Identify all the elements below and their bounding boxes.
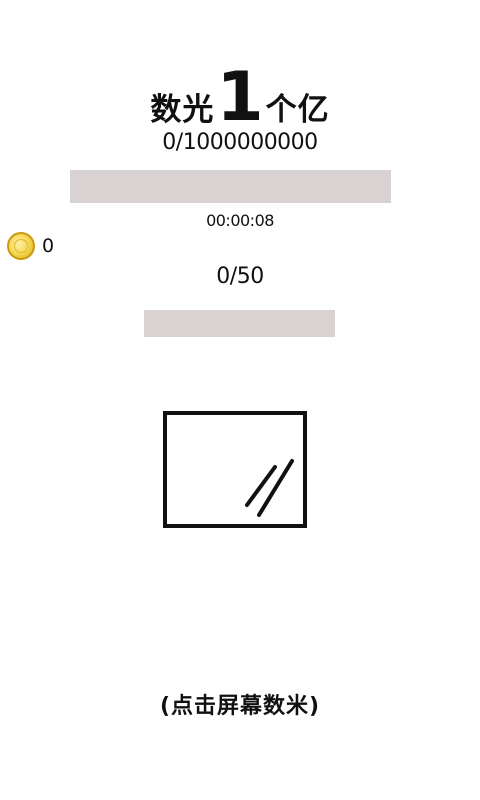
game-title: 数光1个亿 xyxy=(0,58,480,137)
title-number: 1 xyxy=(216,58,264,137)
title-suffix: 个亿 xyxy=(265,92,330,128)
coin-count: 0 xyxy=(42,235,55,257)
tap-hint: (点击屏幕数米) xyxy=(159,694,321,719)
total-progress-bar xyxy=(70,170,391,203)
timer: 00:00:08 xyxy=(206,211,274,230)
stage-progress-bar xyxy=(144,310,335,337)
title-prefix: 数光 xyxy=(150,92,215,128)
tap-area[interactable]: 数光1个亿 0/1000000000 00:00:08 0 0/50 (点击屏幕… xyxy=(0,0,480,800)
stage-counter: 0/50 xyxy=(216,264,264,289)
coin-icon xyxy=(7,232,35,260)
glass-frame-icon[interactable] xyxy=(163,411,307,528)
coin-icon-inner xyxy=(14,239,28,253)
total-counter: 0/1000000000 xyxy=(162,130,318,155)
